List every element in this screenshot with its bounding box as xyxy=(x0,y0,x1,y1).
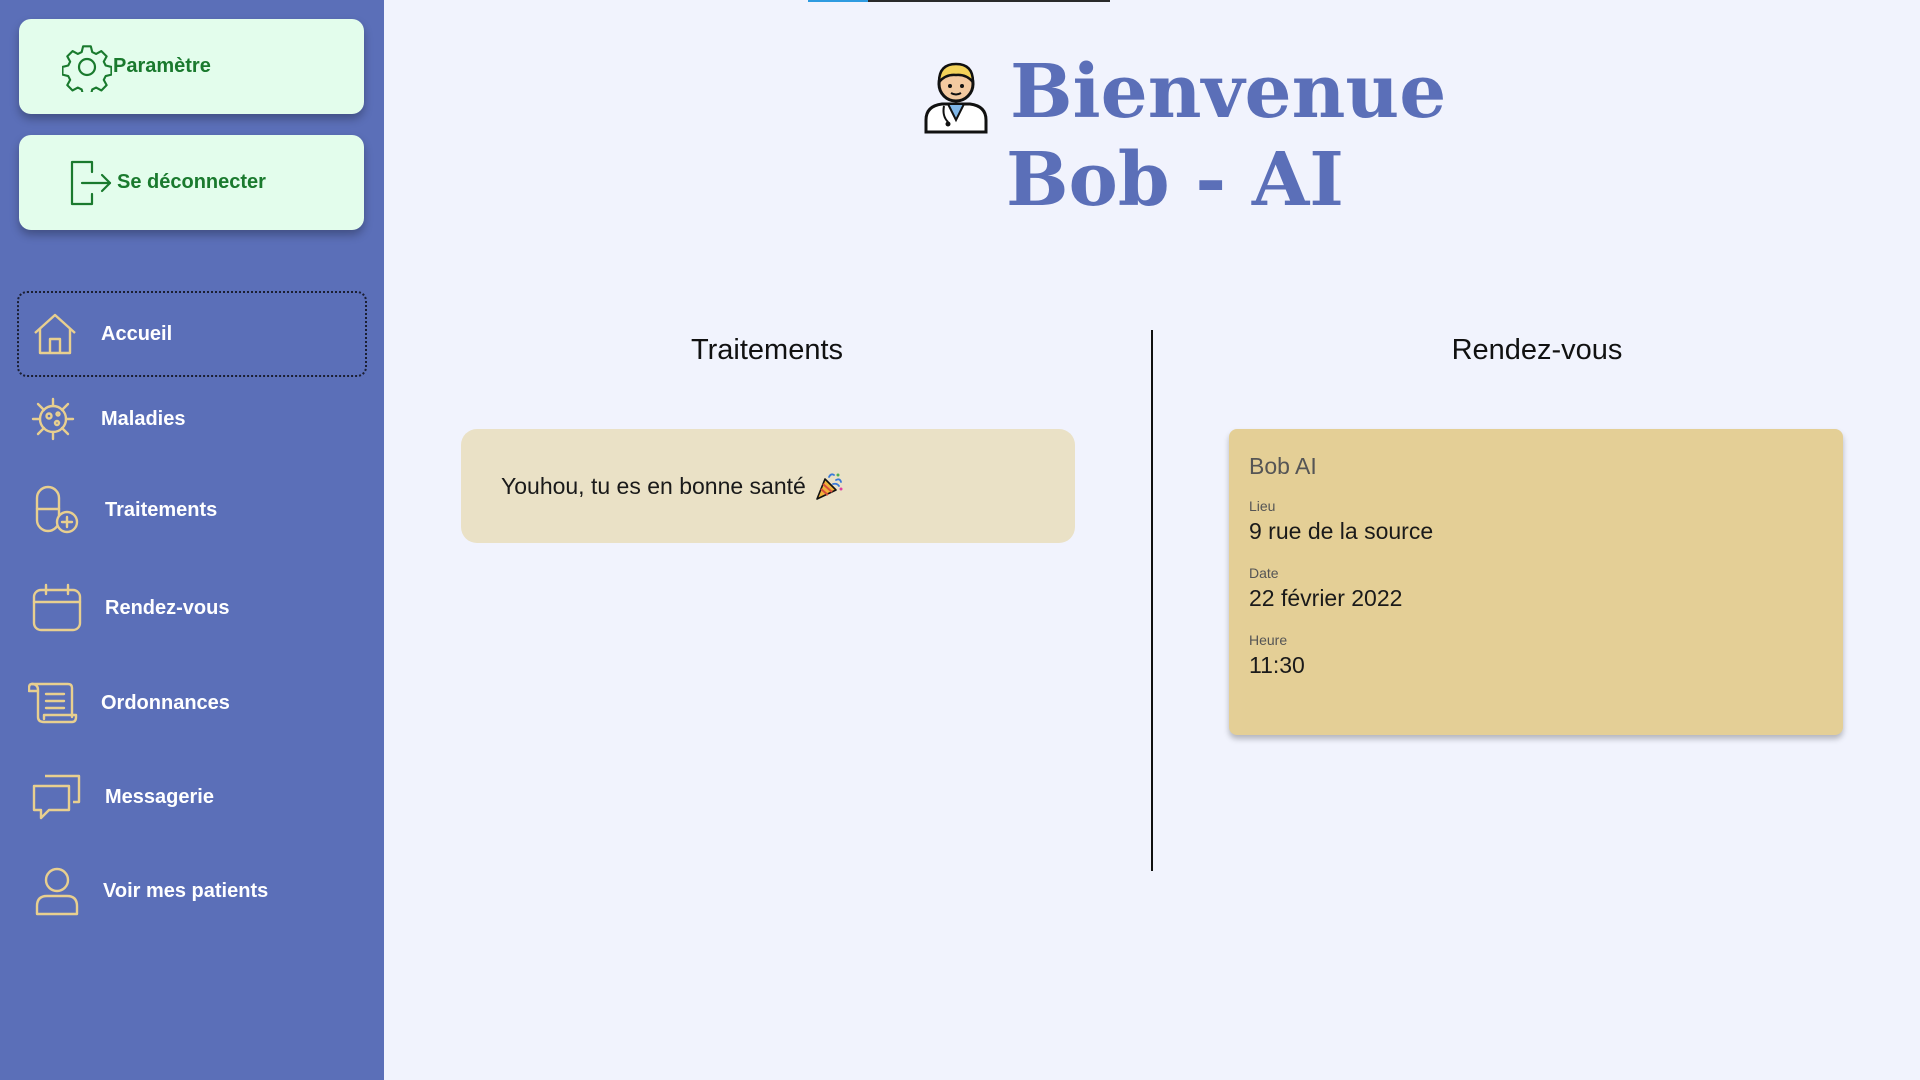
sidebar-item-ordonnances[interactable]: Ordonnances xyxy=(17,660,367,746)
appointment-lieu: 9 rue de la source xyxy=(1249,518,1434,544)
appointment-lieu-label: Lieu xyxy=(1249,498,1276,514)
appointment-date: 22 février 2022 xyxy=(1249,585,1403,611)
sidebar-item-label: Ordonnances xyxy=(101,691,230,714)
calendar-icon xyxy=(31,582,83,634)
welcome-user-name: Bob - AI xyxy=(1006,137,1344,223)
pill-add-icon xyxy=(31,484,83,536)
appointment-date-label: Date xyxy=(1249,565,1279,581)
sidebar-item-messagerie[interactable]: Messagerie xyxy=(17,754,367,840)
appointment-heure: 11:30 xyxy=(1249,652,1305,678)
logout-label: Se déconnecter xyxy=(117,171,266,193)
logout-icon xyxy=(65,157,117,209)
chat-icon xyxy=(31,771,83,823)
welcome-line1: Bienvenue xyxy=(1010,49,1447,135)
sidebar-item-label: Messagerie xyxy=(105,785,214,808)
sidebar-item-maladies[interactable]: Maladies xyxy=(17,376,367,462)
appointment-name: Bob AI xyxy=(1249,453,1317,479)
sidebar-item-label: Rendez-vous xyxy=(105,596,230,619)
home-icon xyxy=(29,308,81,360)
sidebar-item-label: Traitements xyxy=(105,498,218,521)
virus-icon xyxy=(27,393,79,445)
column-divider xyxy=(1151,330,1153,871)
sidebar-item-accueil[interactable]: Accueil xyxy=(17,291,367,377)
sidebar: Paramètre Se déconnecter Accueil Maladie… xyxy=(0,0,384,1080)
sidebar-item-rendez-vous[interactable]: Rendez-vous xyxy=(17,565,367,651)
welcome-heading: Bienvenue Bob - AI xyxy=(920,48,1480,224)
settings-label: Paramètre xyxy=(113,55,211,77)
loading-bar-fill xyxy=(808,0,868,2)
sidebar-item-traitements[interactable]: Traitements xyxy=(17,467,367,553)
party-popper-icon xyxy=(816,473,843,500)
gear-icon xyxy=(61,41,113,93)
health-status-card: Youhou, tu es en bonne santé xyxy=(461,429,1075,543)
sidebar-item-patients[interactable]: Voir mes patients xyxy=(17,848,367,934)
logout-button[interactable]: Se déconnecter xyxy=(19,135,364,230)
loading-bar xyxy=(808,0,1110,2)
scroll-icon xyxy=(27,677,79,729)
settings-button[interactable]: Paramètre xyxy=(19,19,364,114)
appointment-heure-label: Heure xyxy=(1249,632,1288,648)
traitements-title: Traitements xyxy=(690,334,844,366)
user-icon xyxy=(31,865,83,917)
sidebar-item-label: Accueil xyxy=(101,322,173,345)
rendez-vous-title: Rendez-vous xyxy=(1451,334,1623,366)
health-message: Youhou, tu es en bonne santé xyxy=(501,472,806,499)
doctor-emoji xyxy=(924,62,988,134)
appointment-card[interactable]: Bob AI Lieu 9 rue de la source Date 22 f… xyxy=(1229,429,1843,735)
sidebar-item-label: Voir mes patients xyxy=(103,879,269,902)
sidebar-item-label: Maladies xyxy=(101,407,186,430)
